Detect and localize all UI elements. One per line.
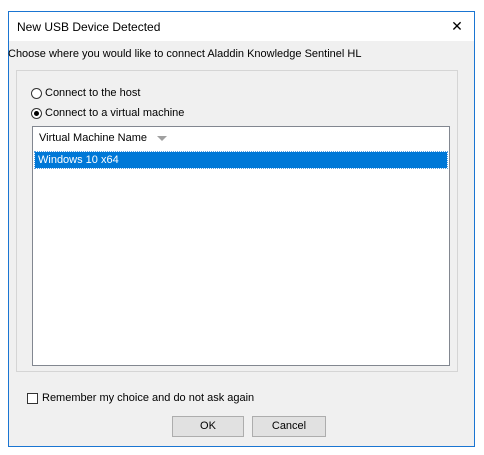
remember-label: Remember my choice and do not ask again — [42, 392, 255, 404]
radio-label-vm: Connect to a virtual machine — [45, 107, 185, 119]
radio-button-vm[interactable] — [31, 107, 42, 119]
cancel-button[interactable]: Cancel — [252, 416, 326, 437]
radio-connect-host[interactable]: Connect to the host — [31, 86, 140, 100]
sort-down-icon — [157, 135, 168, 141]
radio-connect-vm[interactable]: Connect to a virtual machine — [31, 106, 184, 120]
ok-button[interactable]: OK — [172, 416, 244, 437]
prompt-text: Choose where you would like to connect A… — [8, 48, 362, 60]
remember-choice[interactable]: Remember my choice and do not ask again — [27, 392, 254, 404]
column-header-label: Virtual Machine Name — [39, 132, 148, 144]
window-title: New USB Device Detected — [17, 20, 161, 34]
close-button[interactable]: ✕ — [440, 12, 474, 41]
vm-list[interactable]: Virtual Machine Name Windows 10 x64 — [32, 126, 450, 366]
radio-label-host: Connect to the host — [45, 87, 141, 99]
close-icon: ✕ — [451, 18, 463, 34]
remember-checkbox[interactable] — [27, 392, 38, 404]
column-header-vm-name[interactable]: Virtual Machine Name — [33, 127, 449, 149]
title-bar: New USB Device Detected ✕ — [9, 12, 474, 41]
radio-button-host[interactable] — [31, 87, 42, 99]
list-item-vm[interactable]: Windows 10 x64 — [34, 151, 448, 169]
